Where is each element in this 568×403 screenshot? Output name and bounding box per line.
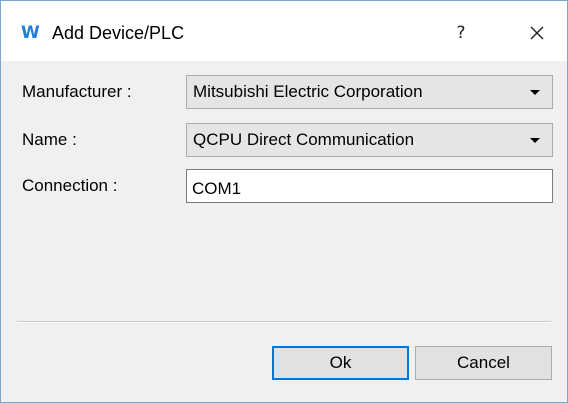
separator [17, 321, 551, 323]
cancel-button[interactable]: Cancel [415, 346, 552, 380]
window-title: Add Device/PLC [52, 23, 185, 43]
manufacturer-dropdown[interactable]: Mitsubishi Electric Corporation [186, 75, 553, 109]
ok-button[interactable]: Ok [272, 346, 409, 380]
close-icon[interactable] [523, 19, 551, 47]
name-selected-value: QCPU Direct Communication [193, 130, 415, 149]
title-bar[interactable]: W Add Device/PLC ? [1, 1, 567, 61]
help-button[interactable]: ? [449, 19, 473, 47]
name-label: Name : [22, 130, 77, 149]
manufacturer-label: Manufacturer : [22, 82, 132, 101]
add-device-dialog: W Add Device/PLC ? Manufacturer : Mitsub… [0, 0, 568, 403]
manufacturer-selected-value: Mitsubishi Electric Corporation [193, 82, 423, 101]
connection-label: Connection : [22, 176, 118, 195]
dialog-body: Manufacturer : Mitsubishi Electric Corpo… [1, 61, 567, 402]
chevron-down-icon [530, 138, 540, 143]
chevron-down-icon [530, 90, 540, 95]
app-logo-icon: W [21, 23, 40, 43]
name-dropdown[interactable]: QCPU Direct Communication [186, 123, 553, 157]
connection-field[interactable] [186, 169, 553, 203]
